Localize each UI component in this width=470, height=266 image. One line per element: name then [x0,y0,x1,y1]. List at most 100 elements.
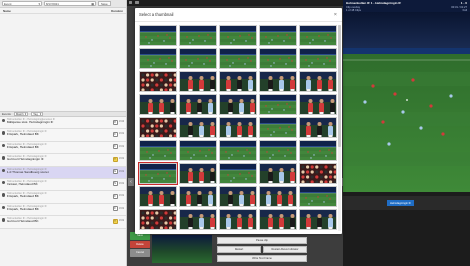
close-icon[interactable]: × [334,12,337,18]
thumbnail-image [300,141,336,160]
thumbnail-option[interactable] [179,140,217,161]
event-title: Frispark, Helmdaud BK [6,133,39,137]
thumbnail-option[interactable] [139,48,177,69]
thumbnail-option[interactable] [299,94,337,115]
thumbnail-option[interactable] [219,117,257,138]
thumbnail-image [140,187,176,206]
thumbnail-option[interactable] [179,186,217,207]
thumbnail-option[interactable] [139,117,177,138]
thumbnail-option[interactable] [299,71,337,92]
thumbnail-image [260,95,296,114]
thumbnail-option[interactable] [179,94,217,115]
thumbnail-option[interactable] [299,117,337,138]
thumbnail-option[interactable] [179,209,217,230]
scrollbar-handle[interactable] [338,25,341,147]
thumbnail-option[interactable] [138,162,178,185]
event-duration: 3:31 [119,157,125,161]
video-player[interactable] [343,12,470,192]
thumbnail-option[interactable] [139,140,177,161]
thumbnail-option[interactable] [299,140,337,161]
thumbnail-option[interactable] [259,163,297,184]
event-row[interactable]: Holmenkollen IF • Helmdagningin IF Frispa… [0,203,126,217]
pause-clip-button[interactable]: Pause clip [217,237,307,244]
thumbnail-option[interactable] [299,209,337,230]
event-dropdown[interactable]: Event ▾ [2,1,42,6]
timeline-strip[interactable]: Helmdagningin IF [343,196,470,210]
modal-scrollbar[interactable] [338,25,341,231]
event-row[interactable]: Holmenkollen IF • Helmdagningin IF Gult k… [0,154,126,167]
thumbnail-option[interactable] [219,186,257,207]
thumbnail-option[interactable] [299,48,337,69]
thumbnail-option[interactable] [219,48,257,69]
thumbnail-option[interactable] [219,25,257,46]
event-row[interactable]: Holmenkollen IF • Helmdagningin IF Frispa… [0,141,126,155]
event-type-icon [2,156,6,160]
thumbnail-option[interactable] [259,117,297,138]
thumbnail-option[interactable] [179,117,217,138]
event-row[interactable]: Holmenkollen IF • Helmdagningin IF Frispa… [0,191,126,204]
cancel-clip-button[interactable]: Cancel [130,249,150,257]
event-type-icon [2,218,6,222]
event-duration: 3:31 [119,219,125,223]
save-button[interactable]: Save [98,1,111,6]
thumbnail-option[interactable] [299,25,337,46]
event-row[interactable]: Holmenkollen IF • Helmdagningin IF Frispa… [0,129,126,142]
thumbnail-option[interactable] [259,48,297,69]
thumbnail-option[interactable] [219,163,257,184]
clip-action-buttons: Save Delete Cancel [130,232,150,257]
thumbnail-option[interactable] [259,94,297,115]
thumbnail-option[interactable] [179,71,217,92]
thumbnail-image [300,118,336,137]
thumbnail-option[interactable] [299,163,337,184]
thumbnail-option[interactable] [139,186,177,207]
restart-above-button[interactable]: Restart Above Indicator [263,246,307,253]
event-row[interactable]: Holmenkollen IF • Helmdagningin IF Innkas… [0,178,126,192]
thumbnail-option[interactable] [259,25,297,46]
delete-clip-button[interactable]: Delete [130,240,150,248]
thumbnail-option[interactable] [179,25,217,46]
event-badge: S [112,181,118,187]
thumbnail-option[interactable] [139,25,177,46]
thumbnail-image [220,187,256,206]
thumbnail-option[interactable] [139,94,177,115]
match-select[interactable]: Match ▾ [13,112,29,116]
date-value: 8/17/2021 [46,1,59,6]
event-row[interactable]: Holmenkollen IF • Helmdagningin IF Gult k… [0,216,126,229]
thumbnail-image [220,164,256,183]
thumbnail-option[interactable] [219,94,257,115]
settings-icon[interactable] [135,1,139,5]
thumbnail-option[interactable] [299,186,337,207]
thumbnail-option[interactable] [139,209,177,230]
thumbnail-image [140,118,176,137]
tag-select[interactable]: Tag ▾ [31,112,44,116]
event-type-icon [2,180,6,185]
thumbnail-option[interactable] [259,140,297,161]
thumbnail-option[interactable] [219,209,257,230]
thumbnail-option[interactable] [219,140,257,161]
thumbnail-option[interactable] [179,48,217,69]
play-icon[interactable] [129,1,133,5]
thumbnail-image [140,95,176,114]
thumbnail-option[interactable] [139,71,177,92]
prev-arrow-icon[interactable]: ‹ [128,178,134,186]
thumbnail-image [300,164,336,183]
event-row[interactable]: Holmenkollen IF • Helmdagningin IF 1-0 Th… [0,166,126,179]
date-picker[interactable]: 8/17/2021 ▦ [44,1,96,6]
event-duration: 3:34 [119,120,125,123]
select-thumbnail-modal: Select a thumbnail × [135,8,342,234]
match-score: 1 - 0 [460,1,467,5]
event-row[interactable]: Holmenkollen IF • Helmdagningtjenesten I… [0,117,126,130]
event-badge: F [112,206,118,212]
thumbnail-option[interactable] [259,209,297,230]
write-text-frame-button[interactable]: Write Text Frame [217,255,307,262]
thumbnail-option[interactable] [259,186,297,207]
empty-list-area [0,14,126,111]
team-tag[interactable]: Helmdagningin IF [387,200,415,206]
column-duration: Duration [111,8,123,13]
current-thumbnail[interactable] [152,235,212,263]
thumbnail-option[interactable] [219,71,257,92]
restart-button[interactable]: Restart [217,246,261,253]
event-type-icon [2,143,6,148]
thumbnail-option[interactable] [179,163,217,184]
thumbnail-option[interactable] [259,71,297,92]
